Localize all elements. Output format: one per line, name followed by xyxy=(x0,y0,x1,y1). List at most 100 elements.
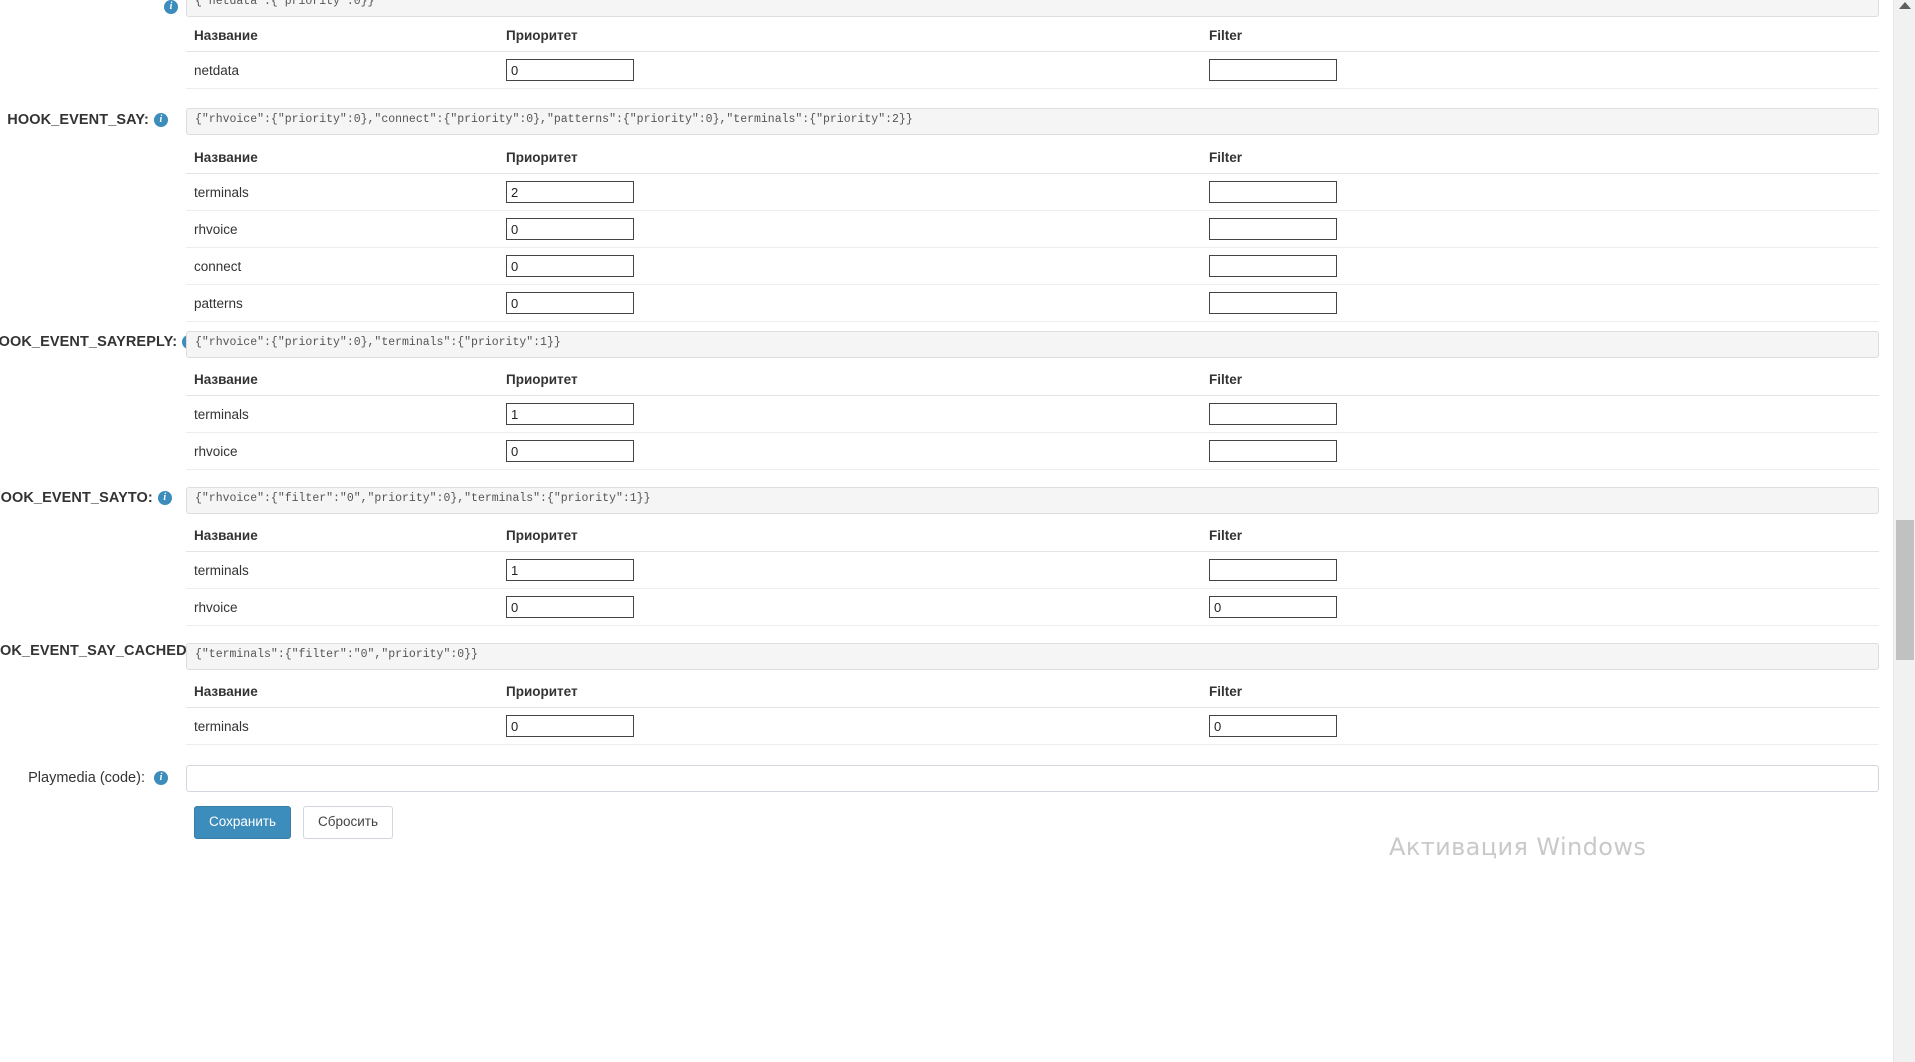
row-priority-cell xyxy=(498,51,1201,89)
scroll-up-arrow-icon[interactable] xyxy=(1899,2,1911,9)
info-icon[interactable]: i xyxy=(154,113,168,128)
table-row: netdata xyxy=(186,51,1879,89)
column-header-filter: Filter xyxy=(1201,366,1879,396)
row-name-cell: rhvoice xyxy=(186,210,498,248)
info-icon[interactable]: i xyxy=(164,0,178,14)
priority-input[interactable] xyxy=(506,59,634,81)
row-priority-cell xyxy=(498,284,1201,322)
hook-json-preview-hook-netdata-top: {"netdata":{"priority":0}} xyxy=(186,0,1879,17)
playmedia-label: Playmedia (code): i xyxy=(0,770,168,786)
row-priority-cell xyxy=(498,173,1201,211)
save-button[interactable]: Сохранить xyxy=(194,806,292,839)
row-filter-cell xyxy=(1201,284,1879,322)
hook-label-text: HOOK_EVENT_SAYTO: xyxy=(0,490,153,507)
row-name-cell: rhvoice xyxy=(186,432,498,470)
row-filter-cell xyxy=(1201,432,1879,470)
row-filter-cell xyxy=(1201,51,1879,89)
row-name-cell: rhvoice xyxy=(186,588,498,626)
row-name-cell: terminals xyxy=(186,707,498,745)
hook-table-hook-netdata-top: Название Приоритет Filter netdata xyxy=(186,22,1879,89)
row-filter-cell xyxy=(1201,173,1879,211)
hook-label-hook-event-sayreply: HOOK_EVENT_SAYREPLY:i xyxy=(0,334,197,350)
priority-input[interactable] xyxy=(506,715,634,737)
priority-input[interactable] xyxy=(506,292,634,314)
row-name-cell: terminals xyxy=(186,551,498,589)
filter-input[interactable] xyxy=(1209,181,1337,203)
hook-json-preview-hook-event-sayreply: {"rhvoice":{"priority":0},"terminals":{"… xyxy=(186,331,1879,358)
hook-table-hook-event-sayreply: НазваниеПриоритетFilterterminalsrhvoice xyxy=(186,366,1879,470)
row-filter-cell xyxy=(1201,551,1879,589)
info-icon[interactable]: i xyxy=(157,491,172,506)
column-header-priority: Приоритет xyxy=(498,678,1201,708)
priority-input[interactable] xyxy=(506,181,634,203)
priority-input[interactable] xyxy=(506,403,634,425)
column-header-filter: Filter xyxy=(1201,144,1879,174)
column-header-priority: Приоритет xyxy=(498,22,1201,52)
hook-label-hook-event-say: HOOK_EVENT_SAY: i xyxy=(0,112,168,128)
settings-form-page: i {"netdata":{"priority":0}} Название Приор… xyxy=(0,0,1893,1062)
filter-input[interactable] xyxy=(1209,255,1337,277)
table-header-row: Название Приоритет Filter xyxy=(186,22,1879,52)
table-row: terminals xyxy=(186,707,1879,745)
hook-json-preview-hook-event-say: {"rhvoice":{"priority":0},"connect":{"pr… xyxy=(186,108,1879,135)
column-header-name: Название xyxy=(186,144,498,174)
priority-input[interactable] xyxy=(506,596,634,618)
column-header-priority: Приоритет xyxy=(498,366,1201,396)
priority-input[interactable] xyxy=(506,218,634,240)
row-name-cell: connect xyxy=(186,247,498,285)
column-header-priority: Приоритет xyxy=(498,144,1201,174)
filter-input[interactable] xyxy=(1209,596,1337,618)
table-row: patterns xyxy=(186,284,1879,322)
row-filter-cell xyxy=(1201,210,1879,248)
hook-json-preview-hook-event-say-cached-ready: {"terminals":{"filter":"0","priority":0}… xyxy=(186,643,1879,670)
row-priority-cell xyxy=(498,588,1201,626)
column-header-filter: Filter xyxy=(1201,678,1879,708)
column-header-filter: Filter xyxy=(1201,522,1879,552)
row-priority-cell xyxy=(498,247,1201,285)
page-scrollbar[interactable] xyxy=(1893,0,1915,1062)
filter-input[interactable] xyxy=(1209,292,1337,314)
priority-input[interactable] xyxy=(506,559,634,581)
windows-activation-watermark: Активация Windows xyxy=(1389,833,1647,861)
hook-label-text: HOOK_EVENT_SAYREPLY: xyxy=(0,334,178,351)
column-header-priority: Приоритет xyxy=(498,522,1201,552)
row-name-cell: netdata xyxy=(186,51,498,89)
row-name-cell: patterns xyxy=(186,284,498,322)
table-row: connect xyxy=(186,247,1879,285)
filter-input[interactable] xyxy=(1209,559,1337,581)
priority-input[interactable] xyxy=(506,255,634,277)
hook-label-hook-event-say-cached-ready: HOOK_EVENT_SAY_CACHED_READY:i xyxy=(0,643,269,659)
hook-table-hook-event-say: НазваниеПриоритетFilterterminalsrhvoicec… xyxy=(186,144,1879,322)
filter-input[interactable] xyxy=(1209,59,1337,81)
table-row: rhvoice xyxy=(186,432,1879,470)
priority-input[interactable] xyxy=(506,440,634,462)
column-header-name: Название xyxy=(186,522,498,552)
column-header-filter: Filter xyxy=(1201,22,1879,52)
hook-json-preview-hook-event-sayto: {"rhvoice":{"filter":"0","priority":0},"… xyxy=(186,487,1879,514)
table-row: terminals xyxy=(186,395,1879,433)
column-header-name: Название xyxy=(186,22,498,52)
row-filter-cell xyxy=(1201,247,1879,285)
reset-button[interactable]: Сбросить xyxy=(302,806,393,839)
playmedia-code-input[interactable] xyxy=(186,765,1879,792)
filter-input[interactable] xyxy=(1209,440,1337,462)
filter-input[interactable] xyxy=(1209,403,1337,425)
row-priority-cell xyxy=(498,551,1201,589)
table-header-row: Название Приоритет Filter xyxy=(186,366,1879,396)
row-priority-cell xyxy=(498,210,1201,248)
filter-input[interactable] xyxy=(1209,218,1337,240)
info-icon[interactable]: i xyxy=(154,771,168,786)
table-row: rhvoice xyxy=(186,588,1879,626)
hook-label-text: HOOK_EVENT_SAY: xyxy=(7,112,149,129)
filter-input[interactable] xyxy=(1209,715,1337,737)
column-header-name: Название xyxy=(186,366,498,396)
form-actions: Сохранить Сбросить xyxy=(194,806,393,839)
hook-table-hook-event-sayto: НазваниеПриоритетFilter terminalsrhvoice xyxy=(186,522,1879,626)
hook-table-hook-event-say-cached-ready: Название Приоритет Filter terminals xyxy=(186,678,1879,745)
row-filter-cell xyxy=(1201,588,1879,626)
table-row: terminals xyxy=(186,173,1879,211)
table-header-row: Название Приоритет Filter xyxy=(186,144,1879,174)
row-priority-cell xyxy=(498,395,1201,433)
scrollbar-thumb[interactable] xyxy=(1896,520,1914,660)
row-filter-cell xyxy=(1201,395,1879,433)
